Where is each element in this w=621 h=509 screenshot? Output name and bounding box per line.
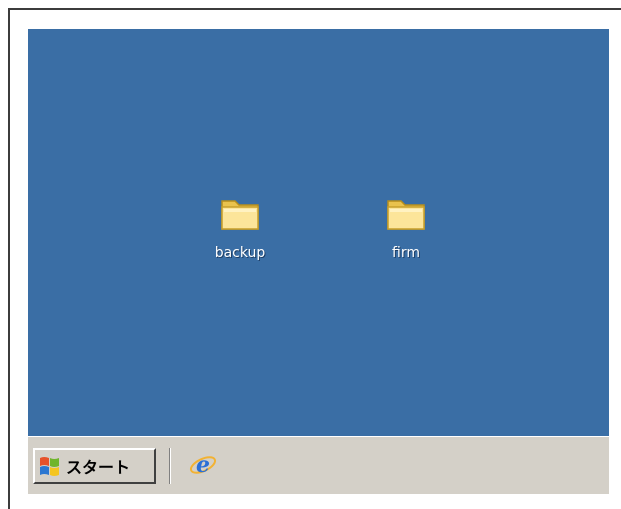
taskbar-separator (169, 448, 171, 484)
desktop[interactable]: backup firm (28, 29, 609, 436)
desktop-icon-label: backup (214, 245, 266, 261)
taskbar: スタート e (28, 436, 609, 494)
window-frame-left (8, 8, 10, 509)
desktop-icon-firm[interactable]: firm (361, 189, 451, 261)
folder-icon (221, 200, 259, 230)
svg-text:e: e (196, 452, 210, 478)
start-button[interactable]: スタート (33, 448, 156, 484)
folder-icon (387, 200, 425, 230)
desktop-icon-backup[interactable]: backup (195, 189, 285, 261)
windows-logo-icon (40, 457, 59, 476)
start-button-label: スタート (66, 458, 131, 477)
window-frame-top (8, 8, 621, 10)
desktop-icon-label: firm (392, 245, 420, 261)
internet-explorer-icon[interactable]: e (188, 450, 218, 480)
